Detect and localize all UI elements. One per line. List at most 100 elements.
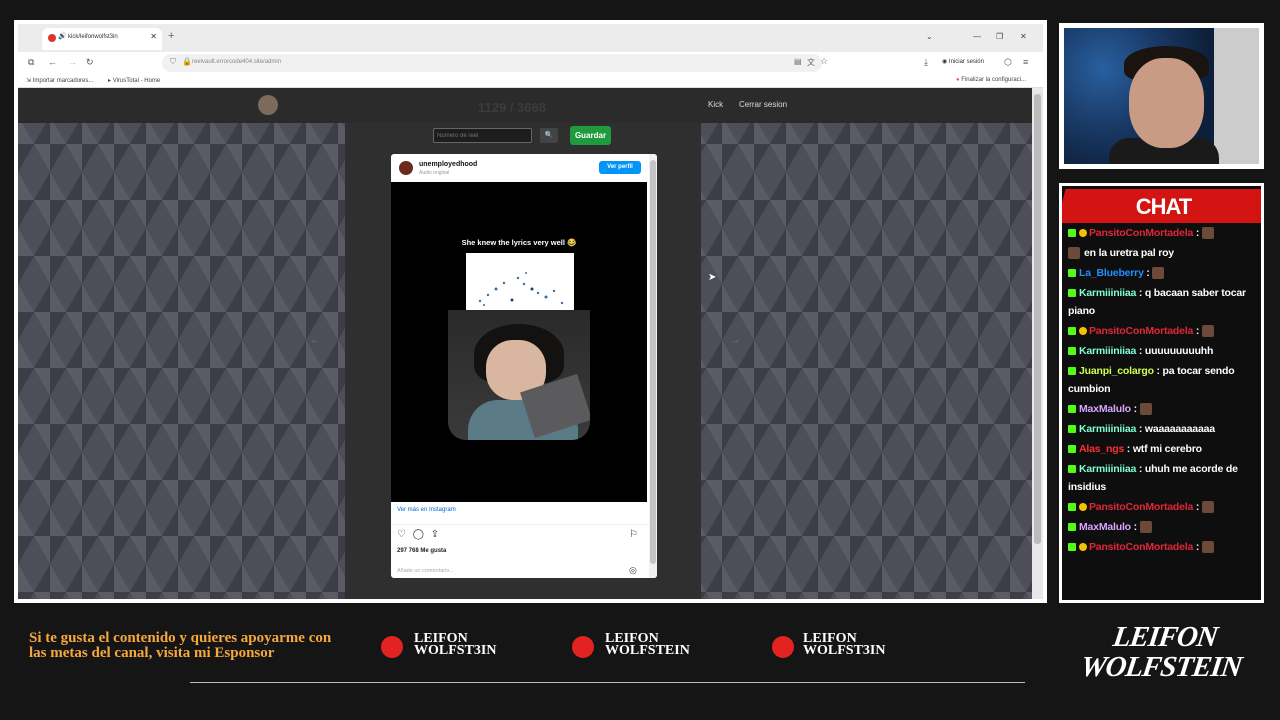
close-window-icon[interactable]: ✕ bbox=[1020, 32, 1027, 41]
browser-window: 🔊 kick/leifonwolfst3in ✕ + ⌄ — ❐ ✕ ⧉ ← →… bbox=[14, 20, 1047, 603]
bookmark-import[interactable]: ⇲ Importar marcadores... bbox=[26, 77, 93, 84]
bookmark-virustotal[interactable]: ▸ VirusTotal - Home bbox=[108, 77, 160, 84]
restore-icon[interactable]: ❐ bbox=[996, 32, 1003, 41]
chat-messages: PansitoConMortadela : en la uretra pal r… bbox=[1068, 224, 1260, 558]
heart-icon[interactable]: ♡ bbox=[397, 529, 406, 540]
chat-username[interactable]: Alas_ngs bbox=[1079, 443, 1124, 455]
kick-badge-icon bbox=[1068, 543, 1076, 552]
tab-bar: 🔊 kick/leifonwolfst3in ✕ + ⌄ — ❐ ✕ bbox=[18, 24, 1043, 52]
shield-icon[interactable]: ⛉ bbox=[170, 57, 176, 67]
chat-username[interactable]: PansitoConMortadela bbox=[1089, 325, 1193, 337]
lock-icon[interactable]: 🔒 bbox=[182, 57, 192, 66]
sidebar-icon[interactable]: ⧉ bbox=[28, 57, 34, 68]
chat-message: Karmiiiniiaa : q bacaan saber tocar pian… bbox=[1068, 287, 1246, 317]
webpage: 1129 / 3668 Kick Cerrar sesion 🔍 Guardar… bbox=[18, 88, 1032, 599]
embed-scrollbar[interactable] bbox=[649, 154, 657, 578]
instagram-icon[interactable]: ◎ bbox=[629, 565, 637, 576]
kick-badge-icon bbox=[1068, 347, 1076, 356]
see-more-link[interactable]: Ver más en Instagram bbox=[397, 507, 456, 513]
new-tab-button[interactable]: + bbox=[168, 30, 174, 42]
comment-icon[interactable]: ◯ bbox=[413, 529, 424, 540]
tab-title: kick/leifonwolfst3in bbox=[68, 34, 118, 40]
chat-message: MaxMalulo : bbox=[1068, 400, 1260, 418]
prev-arrow-icon[interactable]: ← bbox=[310, 335, 320, 346]
chat-panel: CHAT PansitoConMortadela : en la uretra … bbox=[1059, 183, 1264, 603]
chat-message: PansitoConMortadela : bbox=[1068, 538, 1260, 556]
emote-icon bbox=[1139, 521, 1152, 534]
footer-line bbox=[190, 682, 1025, 683]
reload-icon[interactable]: ↻ bbox=[86, 57, 94, 68]
next-arrow-icon[interactable]: → bbox=[730, 335, 740, 346]
comment-field[interactable]: Añade un comentario... bbox=[397, 568, 454, 574]
bookmark-icon[interactable]: ⚐ bbox=[629, 529, 638, 540]
translate-icon[interactable]: 文 bbox=[807, 57, 815, 68]
star-icon[interactable]: ☆ bbox=[820, 56, 828, 67]
chat-text: waaaaaaaaaaa bbox=[1144, 423, 1215, 435]
view-profile-button[interactable]: Ver perfil bbox=[599, 161, 641, 174]
emote-icon bbox=[1152, 267, 1165, 280]
download-icon[interactable]: ⤓ bbox=[924, 57, 928, 68]
chat-username[interactable]: Karmiiiniiaa bbox=[1079, 463, 1136, 475]
share-icon[interactable]: ⇪ bbox=[431, 529, 439, 540]
reader-icon[interactable]: ▤ bbox=[794, 57, 802, 66]
menu-icon[interactable]: ≡ bbox=[1023, 57, 1028, 67]
instagram-handle: LEIFON WOLFSTEIN bbox=[605, 631, 690, 658]
finish-setup-link[interactable]: ● Finalizar la configuraci... bbox=[956, 77, 1026, 83]
chat-username[interactable]: Karmiiiniiaa bbox=[1079, 423, 1136, 435]
reel-number-input[interactable] bbox=[433, 128, 532, 143]
search-button[interactable]: 🔍 bbox=[540, 128, 558, 143]
logout-link[interactable]: Cerrar sesion bbox=[739, 100, 787, 109]
chat-username[interactable]: MaxMalulo bbox=[1079, 403, 1131, 415]
chat-username[interactable]: Juanpi_colargo bbox=[1079, 365, 1154, 377]
chat-username[interactable]: Karmiiiniiaa bbox=[1079, 345, 1136, 357]
sub-badge-icon bbox=[1079, 503, 1087, 512]
forward-icon[interactable]: → bbox=[68, 57, 77, 67]
tiktok-handle: LEIFON WOLFST3IN bbox=[803, 631, 886, 658]
chat-message: Karmiiiniiaa : uhuh me acorde de insidiu… bbox=[1068, 463, 1238, 493]
kick-badge-icon bbox=[1068, 503, 1076, 512]
chat-username[interactable]: La_Blueberry bbox=[1079, 267, 1144, 279]
youtube-icon bbox=[381, 636, 403, 658]
reel-video[interactable]: She knew the lyrics very well 😂 bbox=[391, 182, 647, 502]
youtube-handle: LEIFON WOLFST3IN bbox=[414, 631, 497, 658]
chat-message: PansitoConMortadela : bbox=[1068, 322, 1260, 340]
chat-text: wtf mi cerebro bbox=[1132, 443, 1202, 455]
address-bar[interactable]: ⛉ 🔒 reelvault.errorcode404.site/admin ▤ … bbox=[162, 54, 828, 72]
kick-badge-icon bbox=[1068, 327, 1076, 336]
ig-actions: ♡ ◯ ⇪ bbox=[397, 529, 439, 540]
chat-username[interactable]: Karmiiiniiaa bbox=[1079, 287, 1136, 299]
kick-badge-icon bbox=[1068, 465, 1076, 474]
extensions-icon[interactable]: ⬡ bbox=[1004, 57, 1012, 68]
chat-text: en la uretra pal roy bbox=[1084, 247, 1174, 259]
chat-username[interactable]: PansitoConMortadela bbox=[1089, 501, 1193, 513]
sign-in-button[interactable]: ◉ Iniciar sesión bbox=[942, 58, 984, 65]
nav-kick-link[interactable]: Kick bbox=[708, 100, 723, 109]
kick-badge-icon bbox=[1068, 523, 1076, 532]
chat-message: en la uretra pal roy bbox=[1068, 244, 1260, 262]
instagram-icon bbox=[572, 636, 594, 658]
emote-icon bbox=[1068, 247, 1080, 260]
speaker-icon[interactable]: 🔊 bbox=[58, 32, 67, 40]
minimize-icon[interactable]: — bbox=[973, 32, 981, 41]
site-logo[interactable] bbox=[258, 95, 278, 115]
save-button[interactable]: Guardar bbox=[570, 126, 611, 145]
chat-username[interactable]: MaxMalulo bbox=[1079, 521, 1131, 533]
video-thumbnail bbox=[448, 310, 590, 440]
divider bbox=[391, 524, 649, 525]
close-tab-icon[interactable]: ✕ bbox=[150, 32, 157, 41]
emote-icon bbox=[1201, 541, 1214, 554]
chat-username[interactable]: PansitoConMortadela bbox=[1089, 541, 1193, 553]
avatar[interactable] bbox=[399, 161, 413, 175]
chat-username[interactable]: PansitoConMortadela bbox=[1089, 227, 1193, 239]
kick-badge-icon bbox=[1068, 367, 1076, 376]
page-scrollbar[interactable] bbox=[1032, 88, 1043, 599]
browser-tab[interactable]: 🔊 kick/leifonwolfst3in ✕ bbox=[42, 28, 162, 50]
url-text[interactable]: reelvault.errorcode404.site/admin bbox=[192, 59, 281, 65]
back-icon[interactable]: ← bbox=[48, 57, 57, 67]
chat-message: Juanpi_colargo : pa tocar sendo cumbion bbox=[1068, 365, 1235, 395]
scatter-graphic bbox=[466, 253, 574, 311]
tabs-dropdown-icon[interactable]: ⌄ bbox=[926, 32, 933, 41]
chat-text: uuuuuuuuuhh bbox=[1144, 345, 1214, 357]
ig-audio-label[interactable]: Audio original bbox=[419, 170, 449, 176]
ig-username[interactable]: unemployedhood bbox=[419, 161, 477, 168]
